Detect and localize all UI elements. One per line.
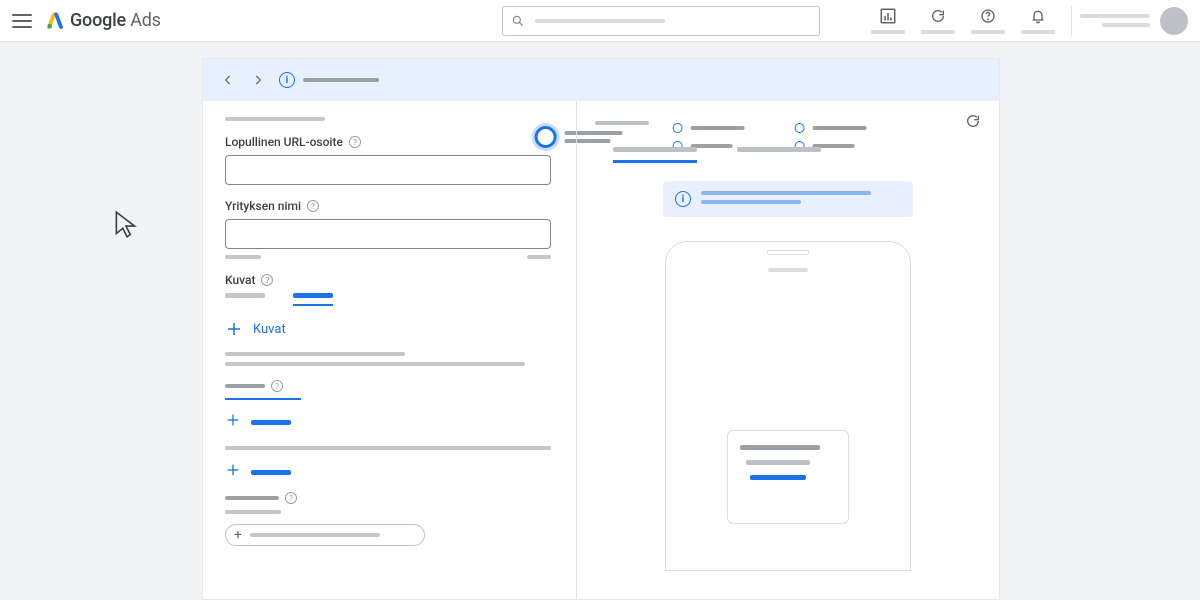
plus-icon <box>225 412 241 432</box>
final-url-input[interactable] <box>225 155 551 185</box>
appbar-actions <box>863 6 1188 36</box>
preview-tab-2[interactable] <box>737 147 821 163</box>
refresh-icon <box>965 113 981 129</box>
add-item-button-1[interactable] <box>225 412 554 432</box>
separator <box>1071 6 1072 36</box>
help-icon[interactable]: ? <box>307 200 319 212</box>
mouse-cursor <box>113 210 139 244</box>
bell-icon <box>1030 8 1046 24</box>
phone-speaker <box>767 250 809 255</box>
section-underline <box>225 398 301 400</box>
preview-refresh-button[interactable] <box>965 113 981 133</box>
stepper-bar: i <box>203 59 999 101</box>
product-logo[interactable]: Google Ads <box>46 10 161 31</box>
ads-logo-icon <box>46 12 64 30</box>
reports-button[interactable] <box>863 7 913 34</box>
images-tabs <box>225 293 551 306</box>
business-name-input[interactable] <box>225 219 551 249</box>
plus-icon <box>225 462 241 482</box>
search-icon <box>511 14 525 28</box>
phone-mockup <box>665 241 911 571</box>
menu-icon[interactable] <box>12 11 32 31</box>
avatar[interactable] <box>1160 7 1188 35</box>
stepper-info: i <box>279 72 379 88</box>
help-icon[interactable]: ? <box>271 380 283 392</box>
add-images-button[interactable]: Kuvat <box>225 320 554 338</box>
info-icon: i <box>675 191 691 207</box>
ad-preview: i <box>577 101 999 599</box>
preview-tabs <box>595 147 981 163</box>
phone-status <box>768 268 808 272</box>
step-back-button[interactable] <box>217 69 239 91</box>
app-bar: Google Ads <box>0 0 1200 42</box>
editor-panel: i Lopullinen URL-osoite? Yrityksen nimi?… <box>202 58 1000 600</box>
search-placeholder <box>535 19 665 23</box>
help-icon <box>980 8 996 24</box>
images-description <box>225 352 551 366</box>
add-item-button-2[interactable] <box>225 462 554 482</box>
divider-text <box>225 446 551 450</box>
images-label: Kuvat? <box>225 273 554 287</box>
preview-heading <box>595 121 649 125</box>
info-icon: i <box>279 72 295 88</box>
help-icon[interactable]: ? <box>261 274 273 286</box>
char-counter-row <box>225 255 551 259</box>
step-forward-button[interactable] <box>247 69 269 91</box>
product-name: Google Ads <box>70 10 161 31</box>
chevron-left-icon <box>221 73 235 87</box>
final-url-label: Lopullinen URL-osoite? <box>225 135 554 149</box>
preview-tab-1[interactable] <box>613 147 697 163</box>
ad-card-preview <box>727 430 849 524</box>
business-name-label: Yrityksen nimi? <box>225 199 554 213</box>
chevron-right-icon <box>251 73 265 87</box>
chart-icon <box>879 7 897 25</box>
refresh-icon <box>930 8 946 24</box>
section-label-1: ? <box>225 380 554 392</box>
help-button[interactable] <box>963 7 1013 34</box>
add-chip-button[interactable]: + <box>225 524 425 546</box>
help-icon[interactable]: ? <box>285 492 297 504</box>
account-switcher[interactable] <box>1080 7 1188 35</box>
plus-icon: + <box>234 528 242 542</box>
ad-form: Lopullinen URL-osoite? Yrityksen nimi? K… <box>203 101 576 599</box>
notifications-button[interactable] <box>1013 7 1063 34</box>
images-tab-2[interactable] <box>293 293 333 306</box>
section-label-2: ? <box>225 492 554 504</box>
preview-info-banner: i <box>663 181 913 217</box>
refresh-button[interactable] <box>913 7 963 34</box>
plus-icon <box>225 320 243 338</box>
search-input[interactable] <box>502 6 820 36</box>
help-icon[interactable]: ? <box>349 136 361 148</box>
images-tab-1[interactable] <box>225 293 265 306</box>
